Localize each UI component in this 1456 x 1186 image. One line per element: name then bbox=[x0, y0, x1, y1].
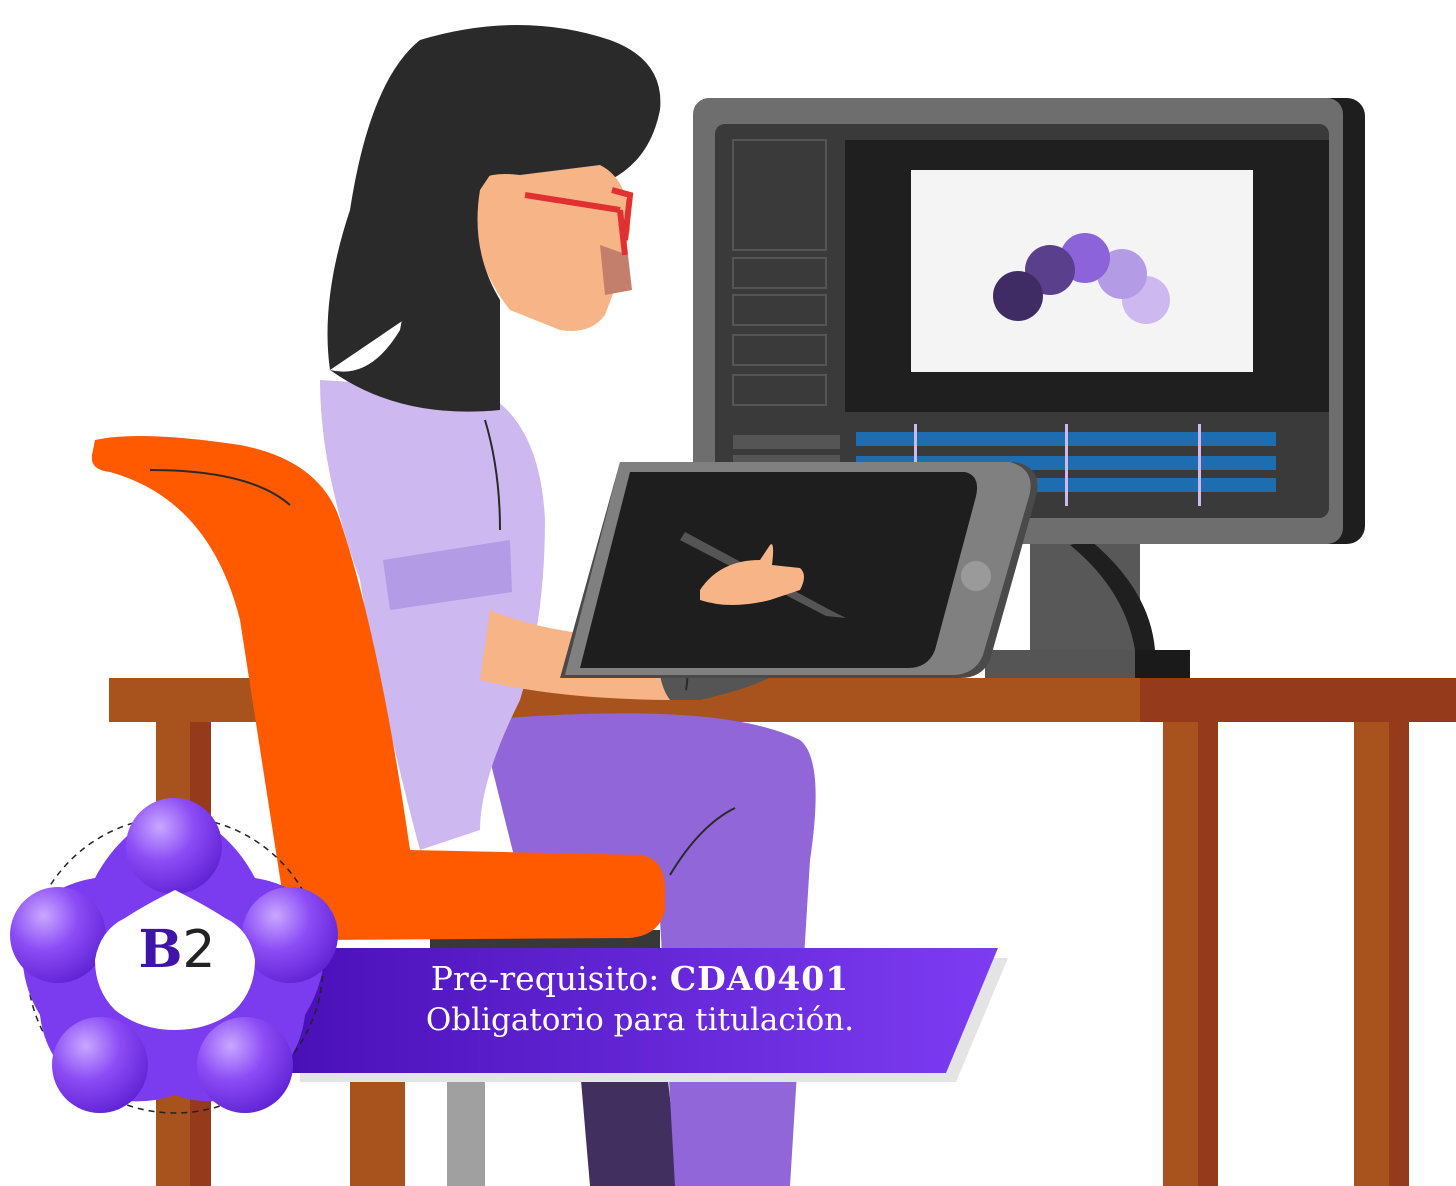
person-head bbox=[327, 25, 661, 412]
level-letter: B bbox=[138, 919, 183, 980]
illustration-canvas: B2 Pre-requisito: CDA0401 Obligatorio pa… bbox=[0, 0, 1456, 1186]
mandatory-note: Obligatorio para titulación. bbox=[425, 1002, 855, 1038]
prereq-code: CDA0401 bbox=[669, 959, 850, 998]
prereq-line: Pre-requisito: CDA0401 bbox=[330, 958, 950, 1000]
level-number: 2 bbox=[182, 920, 216, 980]
prereq-label: Pre-requisito: bbox=[430, 959, 660, 998]
level-label: B2 bbox=[122, 915, 232, 985]
banner-text: Pre-requisito: CDA0401 Obligatorio para … bbox=[330, 958, 950, 1040]
